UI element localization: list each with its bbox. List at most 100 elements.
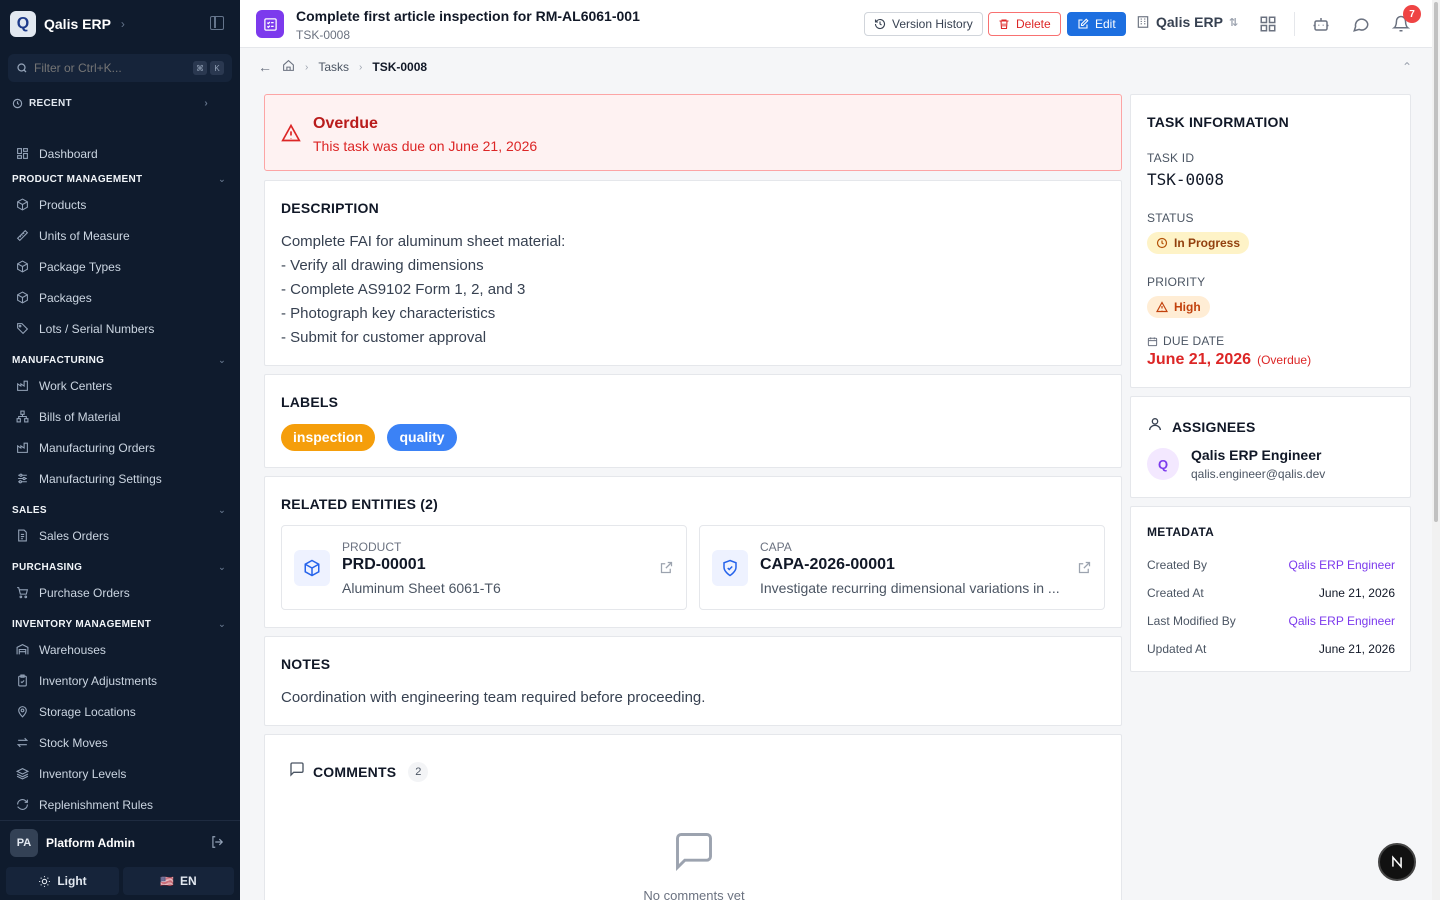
sidebar-item-bills-of-material[interactable]: Bills of Material bbox=[0, 401, 240, 432]
sidebar-item-label: Storage Locations bbox=[39, 704, 136, 719]
home-icon[interactable] bbox=[282, 59, 295, 75]
nav-section-product-management[interactable]: PRODUCT MANAGEMENT ⌄ bbox=[0, 169, 240, 189]
related-entities-card: RELATED ENTITIES (2) PRODUCT PRD-00001 A… bbox=[264, 476, 1122, 628]
box-icon bbox=[15, 198, 29, 212]
nav-section-title: SALES bbox=[12, 504, 47, 516]
clipboard-check-icon bbox=[15, 674, 29, 688]
breadcrumb-tasks-link[interactable]: Tasks bbox=[318, 60, 349, 74]
warehouse-icon bbox=[15, 643, 29, 657]
assistant-fab-button[interactable] bbox=[1378, 843, 1416, 881]
task-information-card: TASK INFORMATION TASK ID TSK-0008 STATUS… bbox=[1130, 94, 1411, 388]
sidebar-item-stock-moves[interactable]: Stock Moves bbox=[0, 727, 240, 758]
task-id-value: TSK-0008 bbox=[1147, 170, 1225, 189]
metadata-value[interactable]: Qalis ERP Engineer bbox=[1289, 614, 1396, 628]
sidebar-filter-input[interactable] bbox=[34, 61, 184, 75]
edit-button[interactable]: Edit bbox=[1067, 12, 1126, 36]
status-value: In Progress bbox=[1174, 236, 1241, 250]
external-link-icon[interactable] bbox=[1077, 560, 1092, 580]
sidebar-item-work-centers[interactable]: Work Centers bbox=[0, 370, 240, 401]
avatar: PA bbox=[10, 829, 38, 857]
sidebar-item-dashboard[interactable]: Dashboard bbox=[0, 138, 240, 169]
sidebar-item-sales-orders[interactable]: Sales Orders bbox=[0, 520, 240, 551]
edit-label: Edit bbox=[1095, 17, 1116, 31]
description-card: DESCRIPTION Complete FAI for aluminum sh… bbox=[264, 180, 1122, 366]
sidebar-item-products[interactable]: Products bbox=[0, 189, 240, 220]
history-icon bbox=[874, 18, 886, 30]
sidebar-item-label: Bills of Material bbox=[39, 409, 121, 424]
warning-triangle-icon bbox=[1156, 301, 1168, 313]
related-entity-capa[interactable]: CAPA CAPA-2026-00001 Investigate recurri… bbox=[699, 525, 1105, 610]
nav-section-purchasing[interactable]: PURCHASING ⌄ bbox=[0, 557, 240, 577]
metadata-value: June 21, 2026 bbox=[1318, 642, 1395, 656]
chevron-up-icon[interactable]: ⌃ bbox=[1402, 60, 1412, 74]
version-history-button[interactable]: Version History bbox=[864, 12, 983, 36]
sidebar-item-replenishment-rules[interactable]: Replenishment Rules bbox=[0, 789, 240, 818]
entity-name: Aluminum Sheet 6061-T6 bbox=[342, 580, 501, 596]
chevron-down-icon: ⌄ bbox=[218, 354, 226, 365]
theme-toggle-button[interactable]: Light bbox=[6, 867, 119, 895]
apps-grid-icon[interactable] bbox=[1258, 14, 1278, 34]
notes-text: Coordination with engineering team requi… bbox=[281, 689, 706, 706]
description-line: - Submit for customer approval bbox=[281, 329, 487, 346]
nav-section-manufacturing[interactable]: MANUFACTURING ⌄ bbox=[0, 350, 240, 370]
sidebar-item-label: Package Types bbox=[39, 259, 121, 274]
page-scrollbar[interactable] bbox=[1432, 0, 1440, 900]
label-tag[interactable]: quality bbox=[387, 424, 457, 451]
sidebar-collapse-icon[interactable] bbox=[210, 16, 224, 30]
label-tag[interactable]: inspection bbox=[281, 424, 376, 451]
user-profile[interactable]: PA Platform Admin bbox=[10, 829, 135, 857]
sidebar-item-package-types[interactable]: Package Types bbox=[0, 251, 240, 282]
back-arrow-icon[interactable]: ← bbox=[258, 59, 272, 75]
user-icon bbox=[1147, 416, 1163, 437]
priority-value: High bbox=[1174, 300, 1201, 314]
nav-section-inventory-management[interactable]: INVENTORY MANAGEMENT ⌄ bbox=[0, 614, 240, 634]
sidebar-item-storage-locations[interactable]: Storage Locations bbox=[0, 696, 240, 727]
sidebar-item-inventory-adjustments[interactable]: Inventory Adjustments bbox=[0, 665, 240, 696]
tenant-switcher[interactable]: Qalis ERP ⇅ bbox=[1136, 14, 1238, 30]
sidebar-item-units-of-measure[interactable]: Units of Measure bbox=[0, 220, 240, 251]
building-icon bbox=[1137, 16, 1149, 28]
nav-section-sales[interactable]: SALES ⌄ bbox=[0, 500, 240, 520]
chevron-down-icon: ⌄ bbox=[218, 173, 226, 184]
hierarchy-icon bbox=[15, 410, 29, 424]
metadata-title: METADATA bbox=[1147, 525, 1215, 539]
bot-icon[interactable] bbox=[1311, 14, 1331, 34]
flag-icon: 🇺🇸 bbox=[160, 875, 175, 888]
nav-section-title: INVENTORY MANAGEMENT bbox=[12, 618, 152, 630]
metadata-row: Created At June 21, 2026 bbox=[1147, 586, 1395, 600]
sidebar-item-inventory-levels[interactable]: Inventory Levels bbox=[0, 758, 240, 789]
external-link-icon[interactable] bbox=[659, 560, 674, 580]
assignee-name[interactable]: Qalis ERP Engineer bbox=[1191, 447, 1321, 463]
metadata-row: Created By Qalis ERP Engineer bbox=[1147, 558, 1395, 572]
n-logo-icon bbox=[1392, 855, 1402, 869]
language-button[interactable]: 🇺🇸 EN bbox=[123, 867, 234, 895]
metadata-value[interactable]: Qalis ERP Engineer bbox=[1289, 558, 1396, 572]
chevron-right-icon: › bbox=[204, 98, 208, 109]
logout-icon[interactable] bbox=[210, 835, 224, 852]
shopping-cart-icon bbox=[15, 586, 29, 600]
chat-icon[interactable] bbox=[1351, 14, 1371, 34]
delete-button[interactable]: Delete bbox=[988, 12, 1061, 36]
chevron-down-icon: ⌄ bbox=[218, 618, 226, 629]
sidebar-item-packages[interactable]: Packages bbox=[0, 282, 240, 313]
sidebar-item-warehouses[interactable]: Warehouses bbox=[0, 634, 240, 665]
sidebar-filter[interactable]: ⌘ K bbox=[8, 54, 232, 82]
sidebar-footer: PA Platform Admin Light 🇺🇸 EN bbox=[0, 820, 240, 900]
sidebar-item-purchase-orders[interactable]: Purchase Orders bbox=[0, 577, 240, 608]
related-entity-product[interactable]: PRODUCT PRD-00001 Aluminum Sheet 6061-T6 bbox=[281, 525, 687, 610]
sidebar-item-lots-serial-numbers[interactable]: Lots / Serial Numbers bbox=[0, 313, 240, 344]
nav-section-title: PURCHASING bbox=[12, 561, 83, 573]
recent-toggle[interactable]: RECENT › bbox=[12, 98, 208, 109]
description-title: DESCRIPTION bbox=[281, 200, 379, 216]
metadata-key: Created By bbox=[1147, 558, 1208, 572]
entity-name: Investigate recurring dimensional variat… bbox=[760, 580, 1060, 596]
alert-title: Overdue bbox=[313, 115, 378, 132]
chevron-down-icon: ⌄ bbox=[218, 561, 226, 572]
metadata-value: June 21, 2026 bbox=[1318, 586, 1395, 600]
sidebar-item-manufacturing-settings[interactable]: Manufacturing Settings bbox=[0, 463, 240, 494]
clock-icon bbox=[12, 98, 23, 109]
tenant-name: Qalis ERP bbox=[1156, 14, 1223, 30]
sidebar-item-manufacturing-orders[interactable]: Manufacturing Orders bbox=[0, 432, 240, 463]
brand[interactable]: Q Qalis ERP › bbox=[10, 10, 125, 38]
kbd-key: K bbox=[210, 61, 224, 75]
